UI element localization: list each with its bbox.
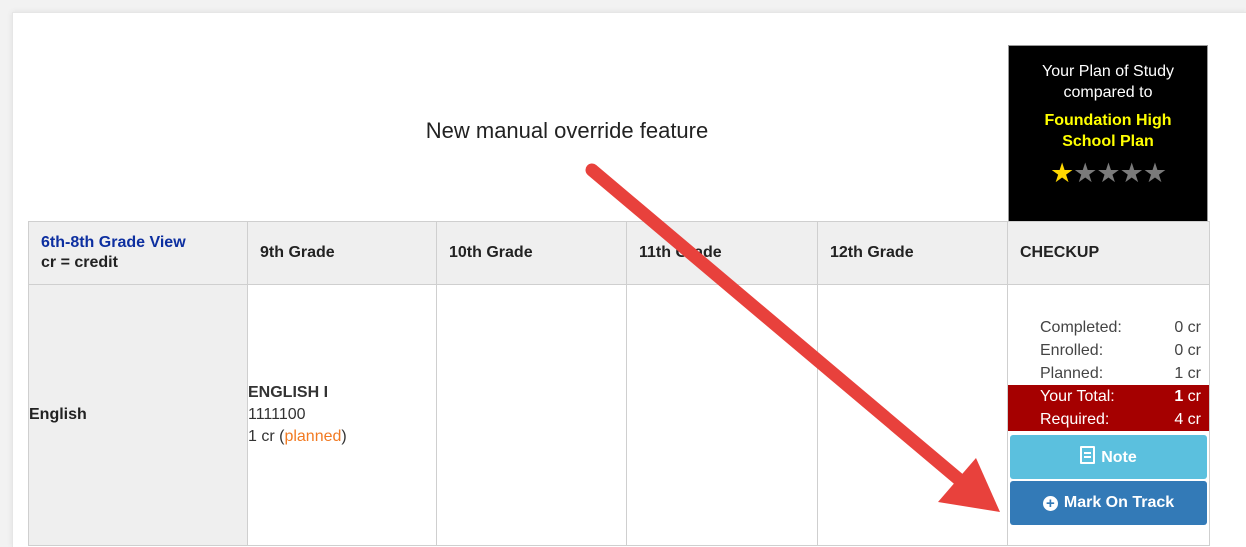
planned-label: Planned: xyxy=(1040,364,1104,382)
plan-heading-line1: Your Plan of Study xyxy=(1042,63,1174,80)
course-code: 1111100 xyxy=(248,406,306,423)
total-unit: cr xyxy=(1187,387,1201,405)
credit-legend: cr = credit xyxy=(41,254,118,271)
plan-name: Foundation High School Plan xyxy=(1044,112,1172,150)
checkup-enrolled: Enrolled: 0 cr xyxy=(1008,339,1209,362)
checkup-planned: Planned: 1 cr xyxy=(1008,362,1209,385)
star-empty-icon: ★ xyxy=(1073,158,1097,188)
course-status: planned xyxy=(284,428,342,445)
course-cell-10th[interactable] xyxy=(436,284,627,546)
table-header-row: 6th-8th Grade View cr = credit 9th Grade… xyxy=(28,221,1210,285)
grade-plan-table: 6th-8th Grade View cr = credit 9th Grade… xyxy=(28,221,1210,546)
checkup-total: Your Total: 1 cr xyxy=(1008,384,1209,408)
mark-on-track-button[interactable]: + Mark On Track xyxy=(1010,480,1207,525)
required-value: 4 cr xyxy=(1174,410,1201,428)
grade-view-header: 6th-8th Grade View cr = credit xyxy=(28,221,248,285)
checkup-cell: Completed: 0 cr Enrolled: 0 cr Planned: … xyxy=(1007,284,1210,546)
checkup-required: Required: 4 cr xyxy=(1008,407,1209,431)
star-filled-icon: ★ xyxy=(1049,158,1074,188)
course-cell-12th[interactable] xyxy=(817,284,1008,546)
enrolled-value: 0 cr xyxy=(1174,341,1201,359)
total-value: 1 cr xyxy=(1174,385,1201,408)
course-credit: 1 cr (planned) xyxy=(248,428,347,445)
required-label: Required: xyxy=(1040,410,1110,428)
planned-value: 1 cr xyxy=(1174,364,1201,382)
course-cell-9th[interactable]: ENGLISH I 1111100 1 cr (planned) xyxy=(247,284,437,546)
note-button[interactable]: Note xyxy=(1010,434,1207,479)
header-12th-grade: 12th Grade xyxy=(817,221,1008,285)
plan-heading-line2: compared to xyxy=(1063,84,1153,101)
completed-label: Completed: xyxy=(1040,318,1122,336)
mark-on-track-label: Mark On Track xyxy=(1063,493,1175,511)
course-cell-11th[interactable] xyxy=(626,284,818,546)
header-10th-grade: 10th Grade xyxy=(436,221,627,285)
completed-value: 0 cr xyxy=(1174,318,1201,336)
grade-view-link[interactable]: 6th-8th Grade View xyxy=(41,233,247,253)
course-credit-value: 1 cr xyxy=(248,428,275,445)
course-title: ENGLISH I xyxy=(248,384,329,401)
enrolled-label: Enrolled: xyxy=(1040,341,1104,359)
star-empty-icon: ★ xyxy=(1096,158,1120,188)
header-checkup: CHECKUP xyxy=(1007,221,1210,285)
plus-circle-icon: + xyxy=(1042,495,1058,511)
header-11th-grade: 11th Grade xyxy=(626,221,818,285)
total-number: 1 xyxy=(1174,387,1184,405)
star-empty-icon: ★ xyxy=(1142,158,1167,188)
subject-cell: English xyxy=(28,284,248,546)
checkup-completed: Completed: 0 cr xyxy=(1008,316,1209,339)
star-empty-icon: ★ xyxy=(1119,158,1144,188)
annotation-text: New manual override feature xyxy=(425,118,709,143)
star-rating: ★★★★★ xyxy=(1013,158,1203,188)
document-icon xyxy=(1080,446,1096,464)
table-row: English ENGLISH I 1111100 1 cr (planned)… xyxy=(28,284,1210,546)
plan-comparison-box: Your Plan of Study compared to Foundatio… xyxy=(1008,45,1208,223)
header-9th-grade: 9th Grade xyxy=(247,221,437,285)
note-button-label: Note xyxy=(1101,449,1137,466)
total-label: Your Total: xyxy=(1040,387,1115,405)
